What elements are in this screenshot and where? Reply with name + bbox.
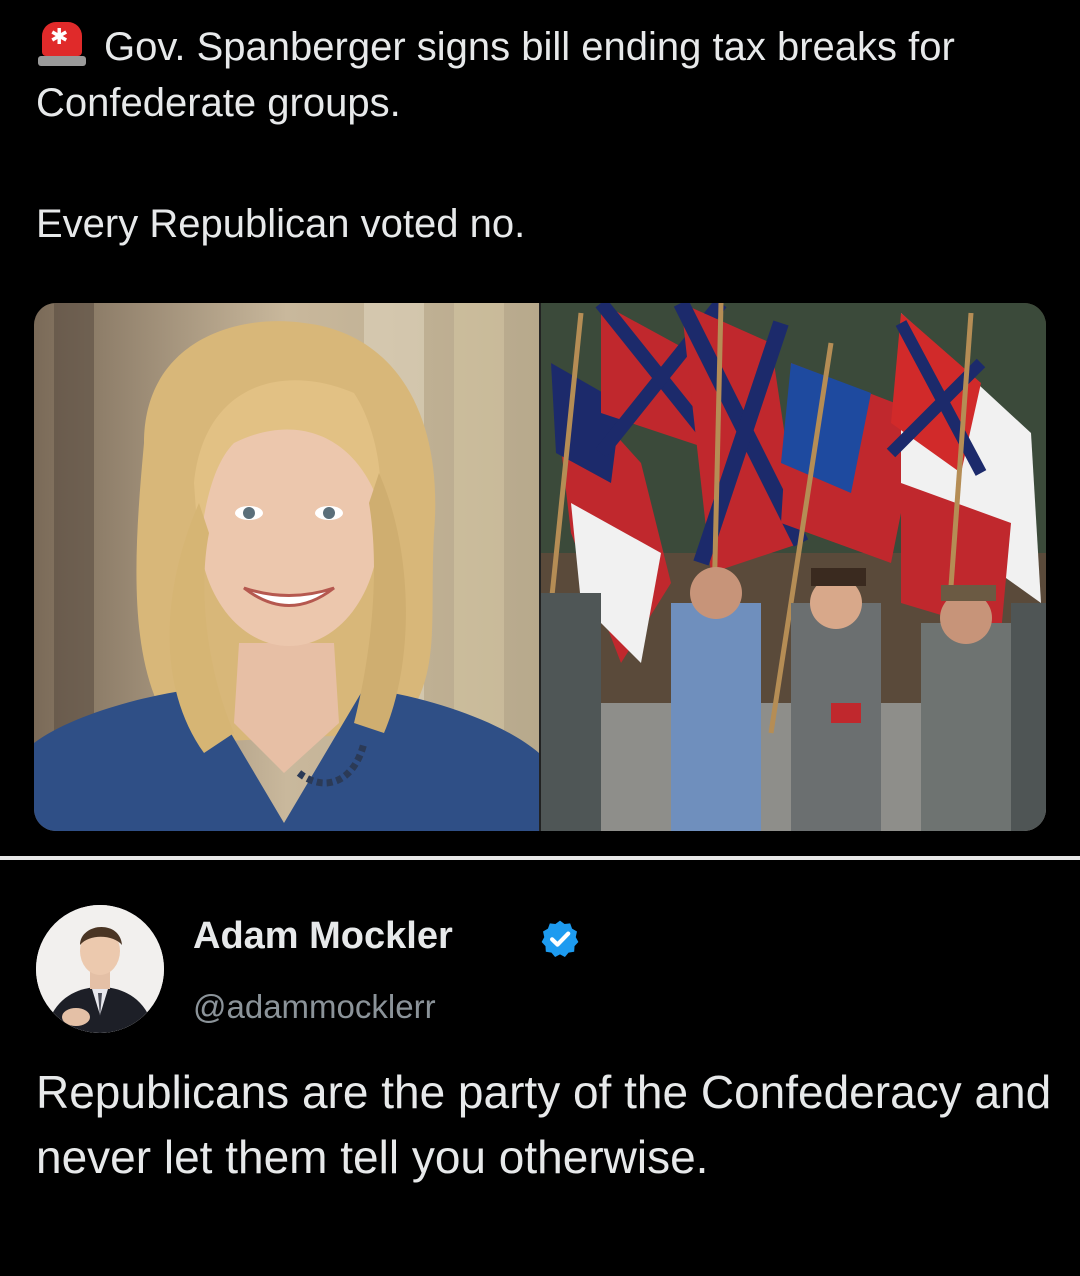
portrait-photo[interactable]	[34, 303, 539, 831]
confederate-flags-march-photo[interactable]	[541, 303, 1046, 831]
avatar[interactable]	[36, 905, 164, 1033]
police-siren-icon: ✱	[36, 18, 88, 66]
author-name[interactable]: Adam Mockler	[193, 910, 453, 962]
post-headline: ✱ Gov. Spanberger signs bill ending tax …	[36, 18, 1046, 131]
reply-text: Republicans are the party of the Confede…	[36, 1066, 1052, 1183]
screenshot-page: ✱ Gov. Spanberger signs bill ending tax …	[0, 0, 1080, 1276]
post-media[interactable]	[34, 303, 1046, 831]
author-handle[interactable]: @adammocklerr	[193, 984, 436, 1030]
headline-text: Gov. Spanberger signs bill ending tax br…	[36, 25, 955, 125]
post-subline: Every Republican voted no.	[36, 202, 526, 246]
verified-badge-icon	[541, 920, 579, 958]
quoted-post[interactable]: ✱ Gov. Spanberger signs bill ending tax …	[0, 0, 1080, 856]
reply-post[interactable]: Adam Mockler @adammocklerr Republicans a…	[0, 860, 1080, 1276]
